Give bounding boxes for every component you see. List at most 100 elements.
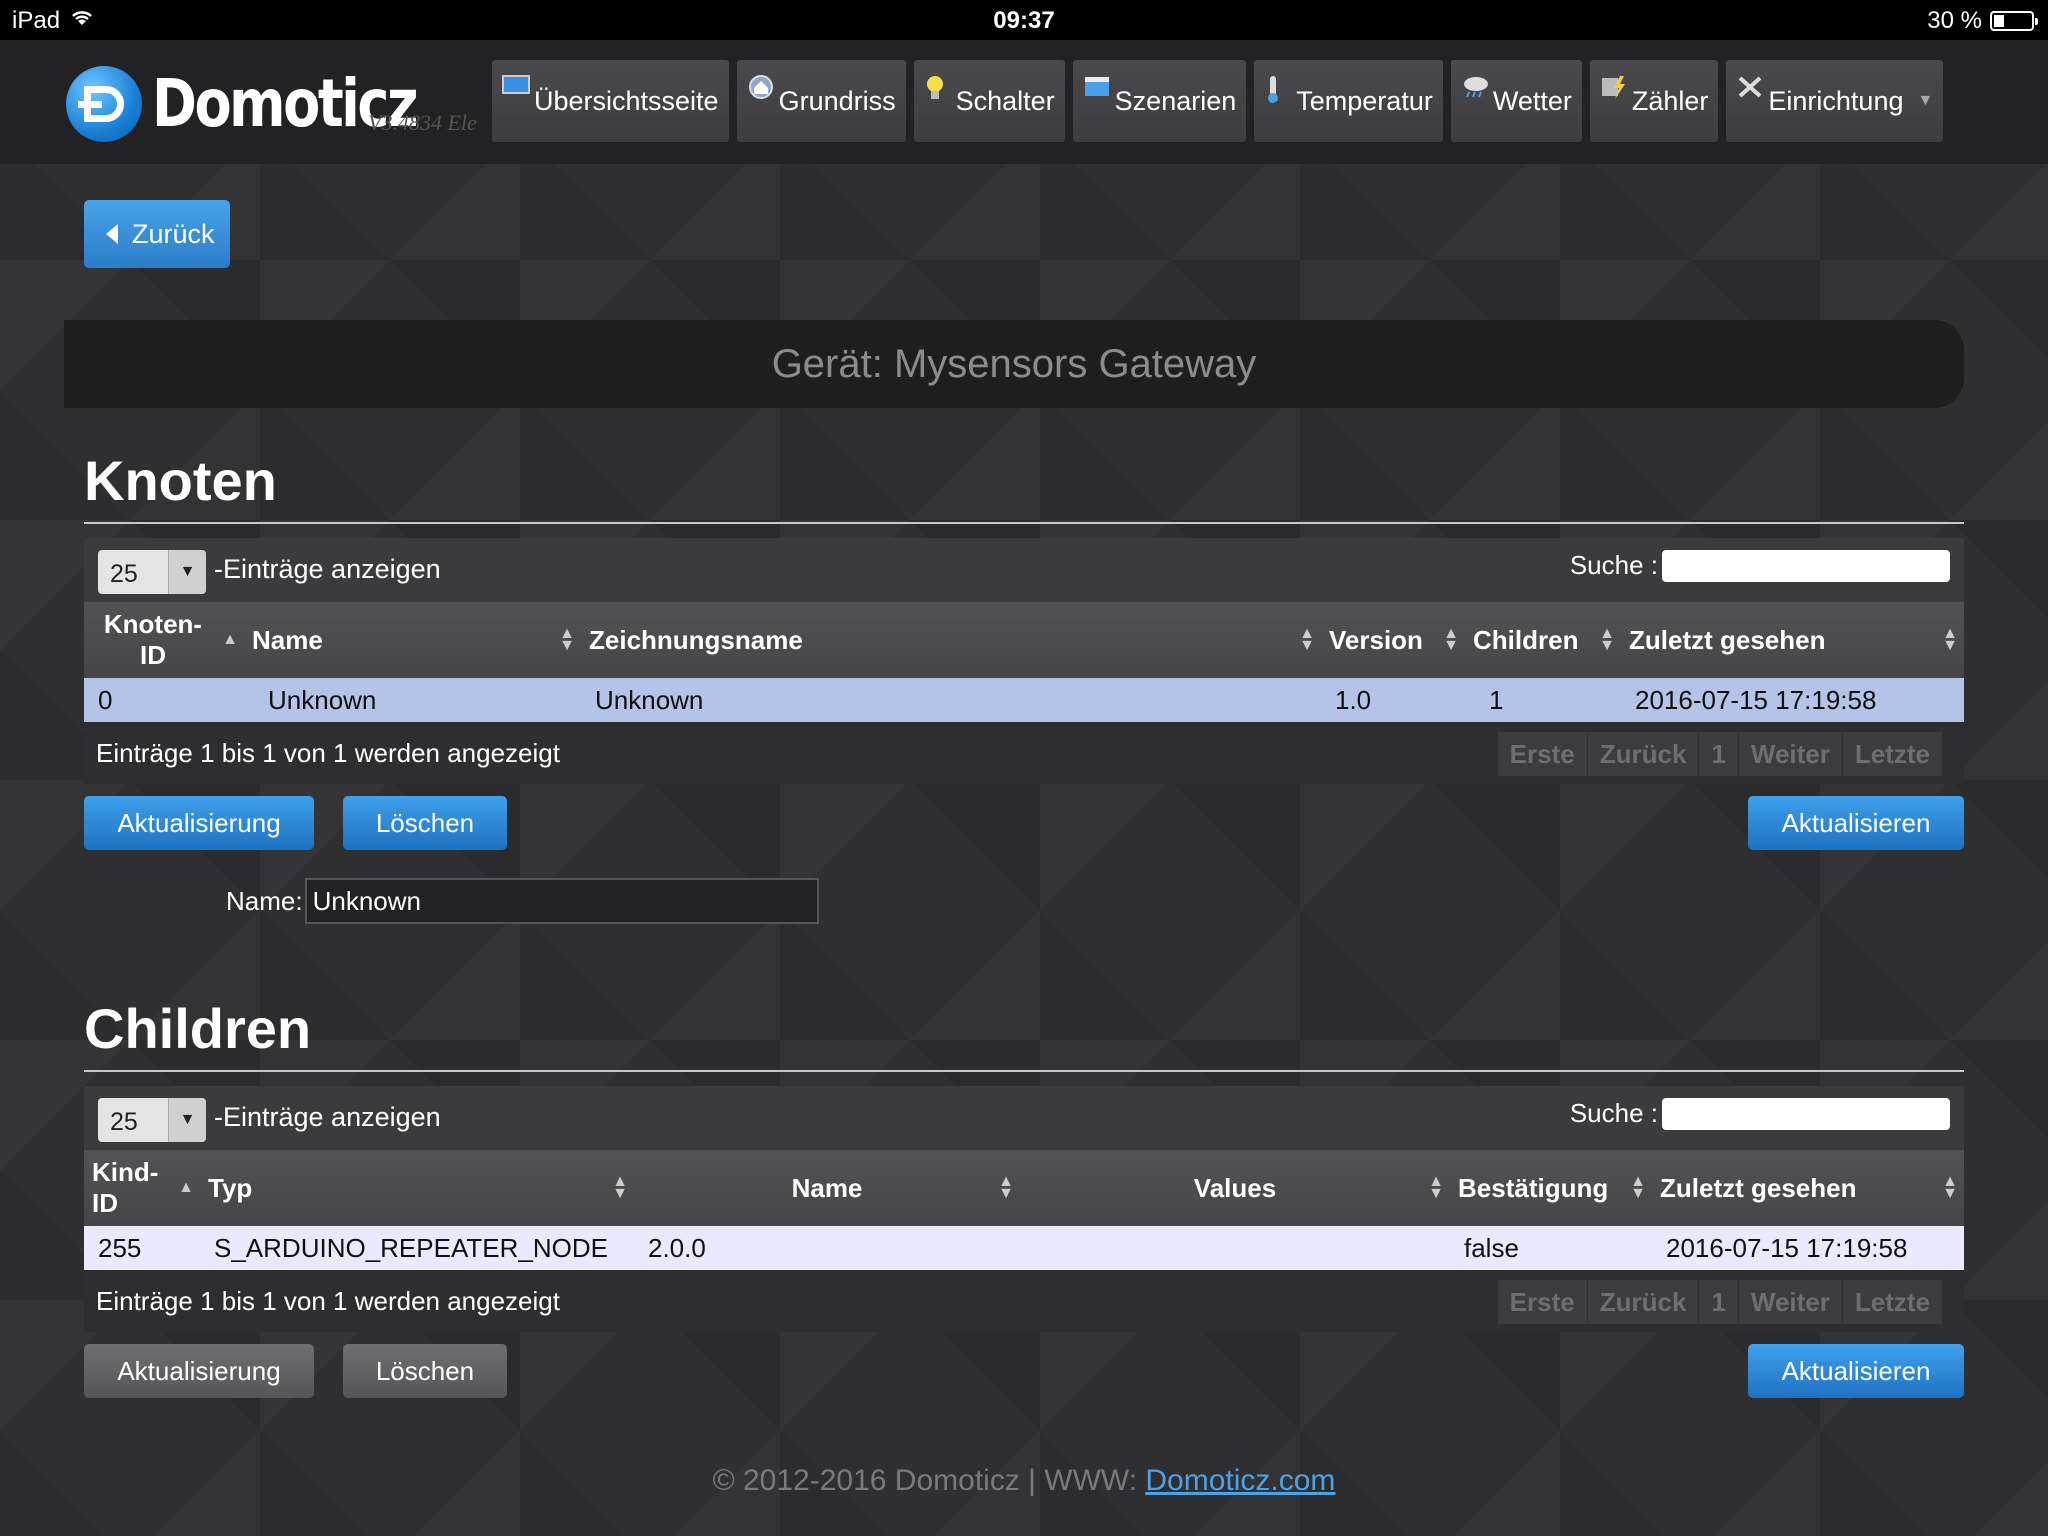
page-footer: © 2012-2016 Domoticz | WWW: Domoticz.com [0,1464,2048,1498]
nav-overview[interactable]: Übersichtsseite [492,60,729,142]
lightbulb-icon [924,74,946,108]
search-label: Suche : [1569,1098,1658,1128]
select-value: 25 [110,1108,138,1136]
battery-percent: 30 % [1927,7,1982,34]
sort-icon: ▲ ▼ [1942,625,1958,654]
sort-icon: ▲ ▼ [612,1173,628,1202]
ios-status-bar: iPad 09:37 30 % [0,0,2048,40]
overview-icon [502,74,530,102]
page-next[interactable]: Weiter [1739,732,1843,776]
page-number[interactable]: 1 [1699,732,1739,776]
children-table-wrapper: 25 ▼ -Einträge anzeigen Suche : Kind-ID ▲… [84,1086,1964,1332]
sort-icon: ▲ ▼ [1942,1173,1958,1202]
nodes-table-wrapper: 25 ▼ -Einträge anzeigen Suche : Knoten-I… [84,538,1964,784]
children-length-select[interactable]: 25 ▼ [98,1098,206,1142]
children-delete-button[interactable]: Löschen [343,1344,507,1398]
clapperboard-icon [1083,74,1111,104]
nav-switches[interactable]: Schalter [913,60,1065,142]
cell-ack: false [1464,1232,1519,1263]
cell-name: 2.0.0 [648,1232,706,1263]
battery-icon [1990,11,2038,31]
table-footer: Einträge 1 bis 1 von 1 werden angezeigt … [84,722,1964,784]
sort-asc-icon: ▲ [178,1179,194,1196]
nav-label: Temperatur [1296,85,1433,116]
name-value: Unknown [312,885,421,916]
tools-icon [1736,74,1764,106]
length-label: -Einträge anzeigen [214,554,441,584]
table-footer: Einträge 1 bis 1 von 1 werden angezeigt … [84,1270,1964,1332]
node-name-row: Name: Unknown [226,878,819,924]
cell-version: 1.0 [1335,684,1372,715]
col-header-children[interactable]: Children ▲ ▼ [1465,602,1621,678]
nav-weather[interactable]: Wetter [1450,60,1582,142]
col-header-name[interactable]: Name ▲ ▼ [244,602,581,678]
page-first[interactable]: Erste [1498,732,1588,776]
page-previous[interactable]: Zurück [1588,1280,1700,1324]
sort-icon: ▲ ▼ [998,1173,1014,1202]
col-header-child-id[interactable]: Kind-ID ▲ [84,1150,200,1226]
page-next[interactable]: Weiter [1739,1280,1843,1324]
page-first[interactable]: Erste [1498,1280,1588,1324]
children-search-input[interactable] [1662,1098,1950,1130]
device-banner: Gerät: Mysensors Gateway [64,320,1964,408]
col-header-last-seen[interactable]: Zuletzt gesehen ▲ ▼ [1621,602,1964,678]
nodes-search-input[interactable] [1662,550,1950,582]
nodes-update-button[interactable]: Aktualisierung [84,796,314,850]
back-button-label: Zurück [132,218,215,249]
nav-label: Grundriss [778,85,896,116]
page-previous[interactable]: Zurück [1588,732,1700,776]
sort-icon: ▲ ▼ [1299,625,1315,654]
col-header-values[interactable]: Values ▲ ▼ [1020,1150,1450,1226]
search-label: Suche : [1569,550,1658,580]
table-info: Einträge 1 bis 1 von 1 werden angezeigt [96,1286,560,1316]
dropdown-arrow-icon: ▼ [168,550,206,594]
col-header-last-seen[interactable]: Zuletzt gesehen ▲ ▼ [1652,1150,1964,1226]
nav-label: Szenarien [1114,85,1237,116]
table-row[interactable]: 255 S_ARDUINO_REPEATER_NODE 2.0.0 false … [84,1226,1964,1270]
col-header-name[interactable]: Name ▲ ▼ [634,1150,1020,1226]
footer-link[interactable]: Domoticz.com [1145,1464,1335,1497]
nodes-title: Knoten [84,449,277,512]
pagination: Erste Zurück 1 Weiter Letzte [1497,732,1942,776]
back-button[interactable]: Zurück [84,200,230,268]
node-name-input[interactable]: Unknown [304,878,819,924]
weather-icon [1461,74,1491,104]
app-header: Domoticz V3.4834 Ele Übersichtsseite Gru… [0,40,2048,164]
col-header-node-id[interactable]: Knoten-ID ▲ [84,602,244,678]
page-number[interactable]: 1 [1699,1280,1739,1324]
cell-last-seen: 2016-07-15 17:19:58 [1635,684,1877,715]
col-header-sketch-name[interactable]: Zeichnungsname ▲ ▼ [581,602,1321,678]
page-last[interactable]: Letzte [1843,732,1942,776]
cell-node-id: 0 [98,684,113,715]
thermometer-icon [1264,74,1282,110]
floorplan-icon [747,74,775,106]
cell-last-seen: 2016-07-15 17:19:58 [1666,1232,1908,1263]
table-info: Einträge 1 bis 1 von 1 werden angezeigt [96,738,560,768]
children-update-button[interactable]: Aktualisierung [84,1344,314,1398]
children-title: Children [84,997,312,1060]
col-header-type[interactable]: Typ ▲ ▼ [200,1150,634,1226]
dropdown-arrow-icon: ▼ [168,1098,206,1142]
cell-children: 1 [1489,684,1504,715]
table-row[interactable]: 0 Unknown Unknown 1.0 1 2016-07-15 17:19… [84,678,1964,722]
children-refresh-button[interactable]: Aktualisieren [1748,1344,1964,1398]
select-value: 25 [110,560,138,588]
nav-setup[interactable]: Einrichtung ▼ [1726,60,1944,142]
nav-scenes[interactable]: Szenarien [1072,60,1247,142]
nodes-delete-button[interactable]: Löschen [343,796,507,850]
sort-icon: ▲ ▼ [1443,625,1459,654]
main-content: Zurück Gerät: Mysensors Gateway Knoten 2… [0,164,2048,1536]
nodes-refresh-button[interactable]: Aktualisieren [1748,796,1964,850]
col-header-ack[interactable]: Bestätigung ▲ ▼ [1450,1150,1652,1226]
page-last[interactable]: Letzte [1843,1280,1942,1324]
sort-icon: ▲ ▼ [1599,625,1615,654]
cell-child-id: 255 [98,1232,142,1263]
divider [84,1070,1964,1072]
cell-sketch-name: Unknown [595,684,704,715]
nav-floorplan[interactable]: Grundriss [736,60,906,142]
nodes-length-select[interactable]: 25 ▼ [98,550,206,594]
sort-icon: ▲ ▼ [1428,1173,1444,1202]
nav-meters[interactable]: Zähler [1589,60,1719,142]
nav-temperature[interactable]: Temperatur [1254,60,1443,142]
col-header-version[interactable]: Version ▲ ▼ [1321,602,1465,678]
